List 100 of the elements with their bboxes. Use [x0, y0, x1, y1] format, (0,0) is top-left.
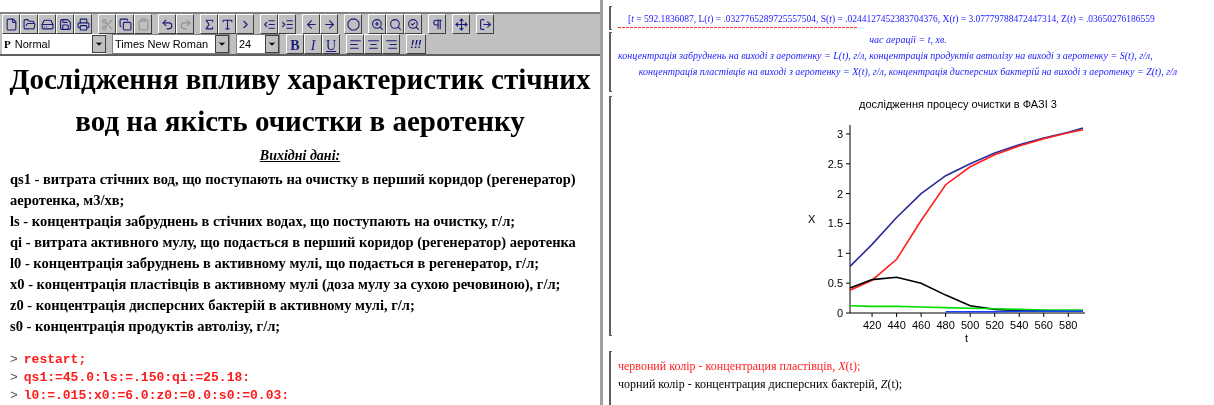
toolbar-button[interactable] — [404, 14, 422, 34]
tick-label: 540 — [1010, 318, 1029, 331]
align-button[interactable] — [346, 34, 364, 54]
save-icon — [58, 17, 72, 31]
align-right-icon — [384, 37, 398, 51]
tick-label: 1 — [836, 246, 843, 259]
caret-icon — [267, 39, 277, 49]
align-button[interactable] — [382, 34, 400, 54]
toolbar-button[interactable] — [452, 14, 470, 34]
align-center-icon — [366, 37, 380, 51]
section-heading: Вихідні дані: — [259, 148, 341, 163]
font-dropdown[interactable]: Times New Roman — [112, 34, 230, 54]
toolbar-button[interactable] — [218, 14, 236, 34]
definition-text: x0 - концентрація пластівців в активному мулі (доза мулу за сухою речовиною), г/л; — [10, 275, 562, 294]
zoom-icon — [406, 17, 420, 31]
folder-icon — [22, 17, 36, 31]
tick-label: 0 — [836, 306, 843, 319]
tick-label: 2.5 — [827, 157, 843, 170]
toolbar-button[interactable] — [74, 14, 92, 34]
maple-command[interactable]: qs1:=45.0:ls:=.150:qi:=25.18: — [23, 369, 251, 387]
font-value: Times New Roman — [114, 36, 209, 52]
caption-text: концентрація пластівців на виході з аеротенку = X(t), г/л, концентрація дисперсних бактерій на виході з аеротенку = Z(t), г/л — [637, 65, 1179, 79]
tick-label: 3 — [836, 127, 843, 140]
tick-label: 420 — [862, 318, 882, 331]
toolbar-button[interactable] — [38, 14, 56, 34]
align-left-icon — [348, 37, 362, 51]
toolbar-button[interactable] — [386, 14, 404, 34]
toolbar-button[interactable] — [20, 14, 38, 34]
copy-icon — [118, 17, 132, 31]
toolbar-button[interactable] — [200, 14, 218, 34]
tick-label: 1.5 — [827, 217, 843, 229]
forward-icon — [322, 17, 336, 31]
tick-label: 480 — [936, 318, 955, 331]
toolbar-button[interactable] — [476, 14, 494, 34]
outdent-icon — [262, 17, 276, 31]
paste-icon — [136, 17, 150, 31]
toolbar-button[interactable] — [278, 14, 296, 34]
toolbar-button[interactable] — [158, 14, 176, 34]
tick-label: 460 — [911, 318, 931, 331]
caption-text: концентрація забруднень на виході з аеротенку = L(t), г/л, концентрація продуктів автолізу на виході з аеротенку = S(t), г/л, — [618, 49, 1154, 63]
exit-icon — [478, 17, 492, 31]
toolbar-button[interactable] — [344, 14, 362, 34]
tick-label: 0.5 — [827, 276, 843, 289]
toolbar-button[interactable] — [260, 14, 278, 34]
input-prompt: > — [10, 351, 18, 369]
tick-label: 520 — [985, 318, 1004, 331]
tick-label: 580 — [1059, 318, 1078, 331]
tick-label: 440 — [887, 318, 906, 331]
paragraph-marker: P — [4, 36, 11, 52]
size-dropdown[interactable]: 24 — [236, 34, 280, 54]
tick-label: 560 — [1034, 318, 1053, 331]
cut-icon — [100, 17, 114, 31]
move-icon — [454, 17, 468, 31]
toolbar-button[interactable] — [428, 14, 446, 34]
caret-icon — [217, 39, 227, 49]
format-button[interactable]: U — [322, 34, 340, 54]
file-icon — [4, 17, 18, 31]
toolbar-button[interactable] — [2, 14, 20, 34]
toolbar-button[interactable] — [236, 14, 254, 34]
pilcrow-icon — [430, 17, 444, 31]
legend-text: червоний колір - концентрация пластівців, X(t); — [618, 357, 862, 375]
align-button[interactable] — [364, 34, 382, 54]
size-value: 24 — [238, 36, 252, 52]
toolbar-button[interactable] — [56, 14, 74, 34]
execute-button[interactable]: !!! — [406, 34, 426, 54]
definition-text: s0 - концентрація продуктів автолізу, г/л; — [10, 317, 282, 336]
input-prompt: > — [10, 387, 18, 405]
format-button[interactable]: I — [304, 34, 322, 54]
result-text: [t = 592.1836087, L(t) = .0327765289725557504, S(t) = .0244127452383704376, X(t) = 3.07779788472447314, Z(t) = .03650276186559 — [627, 13, 1155, 26]
print-icon — [76, 17, 90, 31]
maple-command[interactable]: l0:=.015:x0:=6.0:z0:=0.0:s0:=0.03: — [23, 387, 290, 405]
style-dropdown[interactable]: P Normal — [2, 34, 106, 54]
definition-text: z0 - концентрація дисперсних бактерій в активному мулі, г/л; — [10, 296, 416, 315]
caret-icon — [94, 39, 104, 49]
back-icon — [304, 17, 318, 31]
indent-icon — [280, 17, 294, 31]
definition-text: qi - витрата активного мулу, що подається в перший коридор (регенератор) аеротенка — [10, 233, 577, 252]
definition-text: qs1 - витрата стічних вод, що поступають на очистку в перший коридор (регенератор) аеротенка, м3/хв; — [10, 170, 577, 210]
undo-icon — [160, 17, 174, 31]
redo-icon — [178, 17, 192, 31]
axis-label: X — [808, 212, 816, 225]
maple-command[interactable]: restart; — [23, 351, 87, 369]
axis-label: t — [964, 331, 969, 344]
legend-text: чорний колір - концентрация дисперсних бактерій, Z(t); — [618, 375, 903, 393]
toolbar-button[interactable] — [368, 14, 386, 34]
style-value: Normal — [14, 36, 51, 52]
toolbar-button[interactable] — [302, 14, 320, 34]
toolbar-button[interactable] — [320, 14, 338, 34]
document-title: Дослідження впливу характеристик стічних вод на якість очистки в аеротенку — [8, 62, 592, 139]
caption-text: час аерації = t, хв. — [868, 33, 948, 47]
definition-text: ls - концентрація забруднень в стічних водах, що поступають на очистку, г/л; — [10, 212, 517, 231]
format-button[interactable]: B — [286, 34, 304, 54]
toolbar-button[interactable] — [116, 14, 134, 34]
text-icon — [220, 17, 234, 31]
definition-text: l0 - концентрація забруднень в активному мулі, що подається в регенератор, г/л; — [10, 254, 541, 273]
zoom-icon — [388, 17, 402, 31]
zoom-icon — [370, 17, 384, 31]
input-prompt: > — [10, 369, 18, 387]
tick-label: 500 — [961, 318, 980, 331]
stop-icon — [346, 17, 360, 31]
